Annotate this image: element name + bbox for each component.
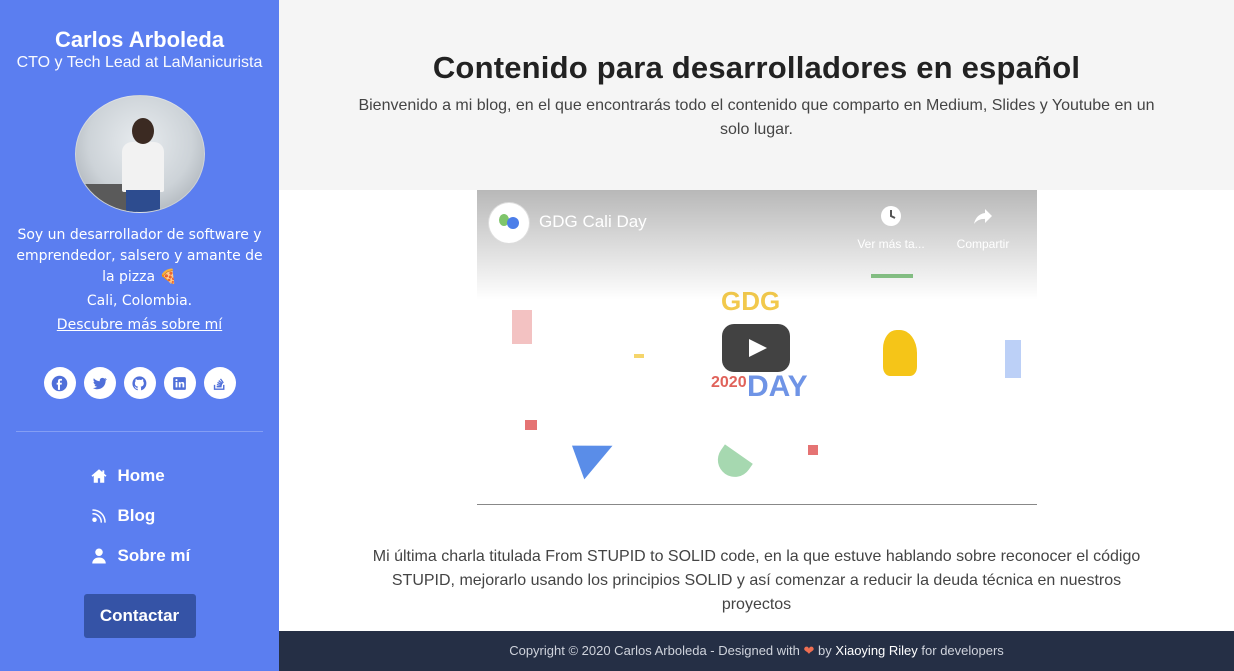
nav-label-about: Sobre mí	[117, 546, 191, 565]
profile-tagline: CTO y Tech Lead at LaManicurista	[16, 54, 263, 71]
footer: Copyright © 2020 Carlos Arboleda - Desig…	[279, 631, 1234, 671]
talk-description: Mi última charla titulada From STUPID to…	[279, 545, 1234, 617]
deco-red-square	[808, 445, 818, 455]
footer-by: by	[818, 643, 832, 658]
page-subtitle: Bienvenido a mi blog, en el que encontra…	[358, 97, 1155, 138]
deco-blue-triangle	[571, 432, 621, 480]
footer-suffix: for developers	[921, 643, 1004, 658]
facebook-icon[interactable]	[43, 367, 76, 399]
video-title[interactable]: GDG Cali Day	[539, 212, 647, 232]
contact-button[interactable]: Contactar	[83, 594, 196, 638]
profile-city: Cali, Colombia.	[86, 293, 193, 309]
profile-name: Carlos Arboleda	[54, 27, 225, 52]
deco-pink-shape	[512, 310, 532, 344]
share-icon	[974, 209, 992, 224]
avatar-body	[121, 142, 164, 192]
nav-label-home: Home	[117, 466, 165, 485]
watch-later-label: Ver más ta...	[857, 237, 925, 251]
deco-yellow-dash	[634, 354, 644, 358]
user-icon	[91, 548, 106, 564]
profile-bio: Soy un desarrollador de software y empre…	[16, 227, 263, 285]
sidebar-divider	[16, 431, 263, 432]
nav-item-home[interactable]: Home	[90, 456, 210, 496]
about-more-link[interactable]: Descubre más sobre mí	[57, 315, 222, 335]
stackoverflow-icon[interactable]	[203, 367, 236, 399]
youtube-video-embed[interactable]: GDG 2020 DAY GDG Cali Day Ver más ta... …	[477, 190, 1037, 505]
nav-item-about[interactable]: Sobre mí	[90, 536, 210, 576]
clock-icon	[881, 206, 901, 226]
gdg-logo-day: DAY	[747, 370, 808, 403]
deco-green-leaf	[711, 444, 753, 484]
hero-section: Contenido para desarrolladores en españo…	[279, 0, 1234, 190]
deco-blue-rect	[1005, 340, 1021, 378]
heart-icon: ❤	[803, 643, 815, 658]
nav-item-blog[interactable]: Blog	[90, 496, 210, 536]
avatar	[74, 95, 205, 213]
gdg-logo-year: 2020	[711, 374, 747, 391]
linkedin-icon[interactable]	[163, 367, 196, 399]
home-icon	[91, 469, 106, 483]
main-content: Contenido para desarrolladores en españo…	[279, 0, 1234, 671]
blog-icon	[91, 509, 106, 523]
deco-yellow-cat	[883, 330, 917, 376]
footer-copyright: Copyright © 2020 Carlos Arboleda - Desig…	[509, 643, 800, 658]
page-title: Contenido para desarrolladores en españo…	[432, 50, 1081, 85]
share-label: Compartir	[956, 237, 1010, 251]
nav-label-blog: Blog	[117, 506, 156, 525]
avatar-legs	[125, 190, 160, 212]
talk-description-text: Mi última charla titulada From STUPID to…	[372, 548, 1141, 613]
sidebar-nav: Home Blog Sobre mí	[0, 456, 279, 576]
deco-red-square	[525, 420, 537, 430]
avatar-head	[131, 118, 154, 144]
twitter-icon[interactable]	[83, 367, 116, 399]
github-icon[interactable]	[123, 367, 156, 399]
social-links	[0, 367, 279, 399]
sidebar: Carlos Arboleda CTO y Tech Lead at LaMan…	[0, 0, 279, 671]
footer-author-link[interactable]: Xiaoying Riley	[835, 643, 917, 658]
play-button[interactable]	[722, 324, 790, 372]
share-button[interactable]: Compartir	[943, 204, 1023, 251]
channel-logo[interactable]	[489, 203, 529, 243]
watch-later-button[interactable]: Ver más ta...	[851, 204, 931, 251]
